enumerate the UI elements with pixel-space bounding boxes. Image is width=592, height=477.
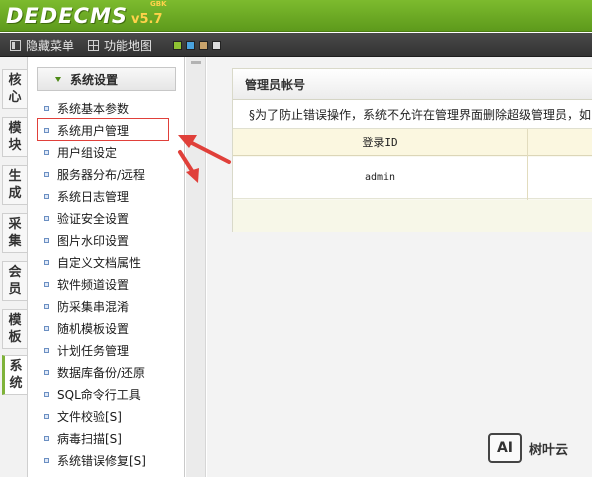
bullet-icon [44,216,49,221]
version-label: v5.7 [131,12,163,27]
menu-item-scheduled-tasks[interactable]: 计划任务管理 [44,341,129,360]
panel-title: 管理员帐号 [233,69,592,100]
tab-members[interactable]: 会员 [2,261,27,301]
watermark-logo: AI [488,433,522,463]
side-menu: 系统设置 系统基本参数 系统用户管理 用户组设定 服务器分布/远程 系统日志管理… [28,57,185,477]
bullet-icon [44,128,49,133]
hide-menu-label: 隐藏菜单 [26,38,75,53]
table-cell-next [528,157,592,199]
menu-section-header[interactable]: 系统设置 [37,67,176,91]
bullet-icon [44,392,49,397]
tab-system[interactable]: 系统 [2,355,27,395]
tab-templates[interactable]: 模板 [2,309,27,349]
panel-footer [233,200,592,232]
bullet-icon [44,194,49,199]
dedecms-logo[interactable]: DEDECMS v5.7 [6,4,163,28]
menu-item-security[interactable]: 验证安全设置 [44,209,129,228]
bullet-icon [44,172,49,177]
menu-item-sql-tool[interactable]: SQL命令行工具 [44,385,141,404]
menu-item-system-log[interactable]: 系统日志管理 [44,187,129,206]
bullet-icon [44,436,49,441]
tab-modules[interactable]: 模块 [2,117,27,157]
collapse-triangle-icon [55,76,61,82]
menu-item-virus-scan[interactable]: 病毒扫描[S] [44,429,122,448]
bullet-icon [44,458,49,463]
menu-item-error-repair[interactable]: 系统错误修复[S] [44,451,146,470]
app-header: DEDECMS v5.7 GBK [0,0,592,32]
menu-item-user-groups[interactable]: 用户组设定 [44,143,117,162]
tab-core[interactable]: 核心 [2,69,27,109]
warning-notice: §为了防止错误操作，系统不允许在管理界面删除超级管理员，如 [233,100,592,129]
bullet-icon [44,414,49,419]
table-cell-login-id: admin [233,157,527,199]
menu-item-watermark[interactable]: 图片水印设置 [44,231,129,250]
bullet-icon [44,304,49,309]
bullet-icon [44,326,49,331]
hide-menu-button[interactable]: 隐藏菜单 [10,33,74,57]
menu-item-user-management[interactable]: 系统用户管理 [44,121,129,140]
version-tag: GBK [150,0,167,8]
menu-section-title: 系统设置 [70,72,119,87]
bullet-icon [44,370,49,375]
admin-accounts-panel: 管理员帐号 §为了防止错误操作，系统不允许在管理界面删除超级管理员，如 登录ID… [232,68,592,232]
menu-item-random-template[interactable]: 随机模板设置 [44,319,129,338]
grid-icon [88,39,99,51]
menu-item-server-remote[interactable]: 服务器分布/远程 [44,165,145,184]
function-map-button[interactable]: 功能地图 [88,33,152,57]
menu-item-anti-collect[interactable]: 防采集串混淆 [44,297,129,316]
column-header-login-id: 登录ID [233,129,527,156]
skin-blue-swatch[interactable] [186,41,195,50]
bullet-icon [44,150,49,155]
bullet-icon [44,238,49,243]
skin-green-swatch[interactable] [173,41,182,50]
menu-item-software-channel[interactable]: 软件频道设置 [44,275,129,294]
menu-item-db-backup[interactable]: 数据库备份/还原 [44,363,145,382]
column-header-next [528,129,592,156]
bullet-icon [44,260,49,265]
logo-text: DEDECMS [6,4,128,28]
top-toolbar: 隐藏菜单 功能地图 [0,33,592,57]
function-map-label: 功能地图 [104,38,153,53]
menu-item-custom-attributes[interactable]: 自定义文档属性 [44,253,141,272]
panel-icon [10,39,21,51]
splitter-handle[interactable] [191,61,201,64]
watermark: AI 树叶云 [488,430,568,466]
bullet-icon [44,106,49,111]
main-content: 管理员帐号 §为了防止错误操作，系统不允许在管理界面删除超级管理员，如 登录ID… [207,57,592,477]
menu-item-file-check[interactable]: 文件校验[S] [44,407,122,426]
tab-generate[interactable]: 生成 [2,165,27,205]
menu-item-basic-params[interactable]: 系统基本参数 [44,99,129,118]
watermark-brand: 树叶云 [529,442,569,458]
skin-brown-swatch[interactable] [199,41,208,50]
category-tabs: 核心 模块 生成 采集 会员 模板 系统 [0,57,28,477]
column-divider [527,129,528,200]
splitter-bar[interactable] [186,57,206,477]
bullet-icon [44,348,49,353]
bullet-icon [44,282,49,287]
skin-gray-swatch[interactable] [212,41,221,50]
tab-collect[interactable]: 采集 [2,213,27,253]
